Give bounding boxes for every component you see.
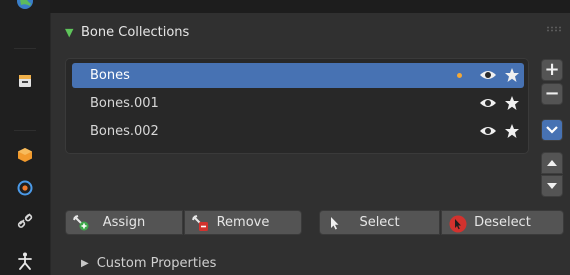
object-tab[interactable] bbox=[12, 142, 38, 168]
select-button[interactable]: Select bbox=[319, 210, 440, 235]
armature-data-tab[interactable] bbox=[12, 68, 38, 94]
star-icon[interactable] bbox=[504, 67, 520, 83]
bone-collection-list: Bones Bones.001 Bones.002 bbox=[65, 58, 529, 154]
panel-header[interactable]: ▼ Bone Collections bbox=[51, 19, 570, 45]
list-item[interactable]: Bones.001 bbox=[72, 91, 524, 116]
eye-icon[interactable] bbox=[479, 96, 497, 110]
deselect-label: Deselect bbox=[474, 215, 531, 230]
panel-title: Bone Collections bbox=[81, 24, 190, 40]
remove-label: Remove bbox=[216, 215, 270, 230]
list-item[interactable]: Bones.002 bbox=[72, 119, 524, 144]
remove-collection-button[interactable]: − bbox=[541, 83, 563, 105]
deselect-button[interactable]: Deselect bbox=[441, 210, 564, 235]
physics-icon bbox=[17, 180, 33, 196]
collapsed-triangle-icon: ▶ bbox=[81, 257, 89, 269]
constraints-tab[interactable] bbox=[12, 208, 38, 234]
list-item[interactable]: Bones bbox=[72, 63, 524, 88]
collection-name: Bones.002 bbox=[90, 124, 159, 139]
world-tab[interactable] bbox=[12, 0, 38, 14]
move-down-icon bbox=[547, 183, 557, 189]
constraints-icon bbox=[17, 213, 33, 228]
eye-icon[interactable] bbox=[479, 68, 497, 82]
custom-properties-label: Custom Properties bbox=[96, 255, 217, 271]
object-icon bbox=[18, 148, 32, 162]
world-icon bbox=[17, 0, 33, 9]
chevron-down-icon bbox=[546, 126, 558, 134]
physics-tab[interactable] bbox=[12, 175, 38, 201]
custom-properties-subpanel[interactable]: ▶ Custom Properties bbox=[81, 253, 216, 273]
specials-menu-button[interactable] bbox=[541, 119, 563, 141]
bone-tab[interactable] bbox=[12, 248, 38, 274]
expand-triangle-icon[interactable]: ▼ bbox=[65, 26, 77, 39]
assign-button[interactable]: Assign bbox=[65, 210, 183, 235]
properties-tab-strip bbox=[0, 0, 50, 275]
move-buttons bbox=[541, 152, 563, 202]
select-label: Select bbox=[359, 215, 400, 230]
selected-bones-indicator bbox=[457, 73, 462, 78]
armature-data-icon bbox=[19, 75, 31, 87]
plus-icon: + bbox=[544, 59, 560, 80]
add-collection-button[interactable]: + bbox=[541, 59, 563, 81]
bone-collections-panel: ▼ Bone Collections Bones Bones.001 Bones… bbox=[50, 13, 570, 275]
move-down-button[interactable] bbox=[541, 175, 563, 197]
star-icon[interactable] bbox=[504, 123, 520, 139]
move-up-icon bbox=[547, 160, 557, 166]
minus-icon: − bbox=[544, 83, 560, 104]
bone-icon bbox=[18, 252, 32, 270]
remove-button[interactable]: Remove bbox=[184, 210, 302, 235]
move-up-button[interactable] bbox=[541, 152, 563, 174]
drag-grip-icon[interactable] bbox=[546, 26, 562, 32]
assign-label: Assign bbox=[102, 215, 146, 230]
collection-name: Bones.001 bbox=[90, 96, 159, 111]
star-icon[interactable] bbox=[504, 95, 520, 111]
collection-name: Bones bbox=[90, 68, 130, 83]
eye-icon[interactable] bbox=[479, 124, 497, 138]
